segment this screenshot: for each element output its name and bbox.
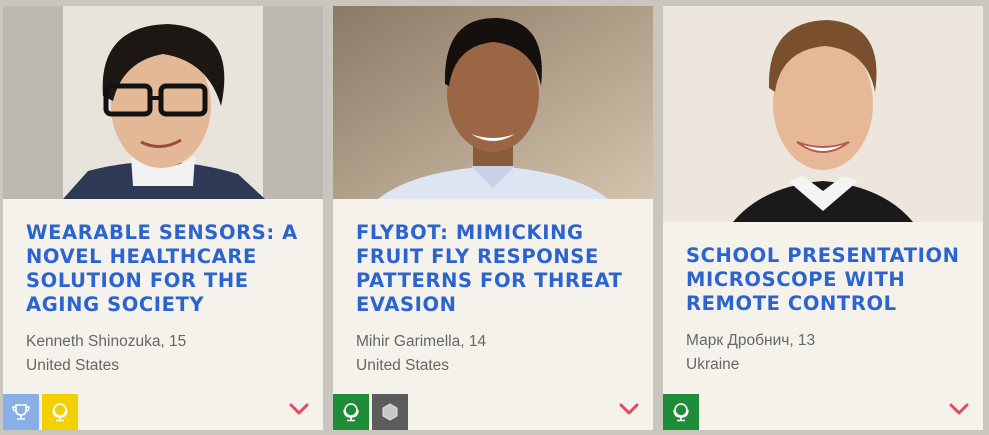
chevron-down-icon [619,403,639,415]
country: United States [356,357,450,374]
project-title[interactable]: School Presentation Microscope with Remo… [686,244,967,316]
project-photo [3,6,323,199]
author-name: Kenneth Shinozuka, 15 [26,333,187,350]
expand-button[interactable] [289,402,309,416]
hexagon-icon [382,403,398,421]
expand-button[interactable] [949,402,969,416]
trophy-icon [12,404,30,420]
country: United States [26,357,120,374]
award-badge[interactable] [42,394,78,430]
project-photo [663,6,983,222]
globe-icon [52,403,68,422]
project-card[interactable]: Wearable Sensors: A Novel Healthcare Sol… [3,6,323,430]
author-name: Марк Дробнич, 13 [686,332,816,349]
badge-list [333,394,408,430]
project-title[interactable]: Wearable Sensors: A Novel Healthcare Sol… [26,221,307,317]
award-badge[interactable] [372,394,408,430]
award-badge[interactable] [3,394,39,430]
project-card[interactable]: School Presentation Microscope with Remo… [663,6,983,430]
award-badge[interactable] [333,394,369,430]
chevron-down-icon [949,403,969,415]
project-title[interactable]: Flybot: Mimicking Fruit Fly Response Pat… [356,221,637,317]
expand-button[interactable] [619,402,639,416]
country: Ukraine [686,356,740,373]
globe-icon [343,403,359,422]
chevron-down-icon [289,403,309,415]
globe-icon [673,403,689,422]
award-badge[interactable] [663,394,699,430]
badge-list [3,394,78,430]
author-name: Mihir Garimella, 14 [356,333,487,350]
badge-list [663,394,699,430]
project-photo [333,6,653,199]
project-card[interactable]: Flybot: Mimicking Fruit Fly Response Pat… [333,6,653,430]
